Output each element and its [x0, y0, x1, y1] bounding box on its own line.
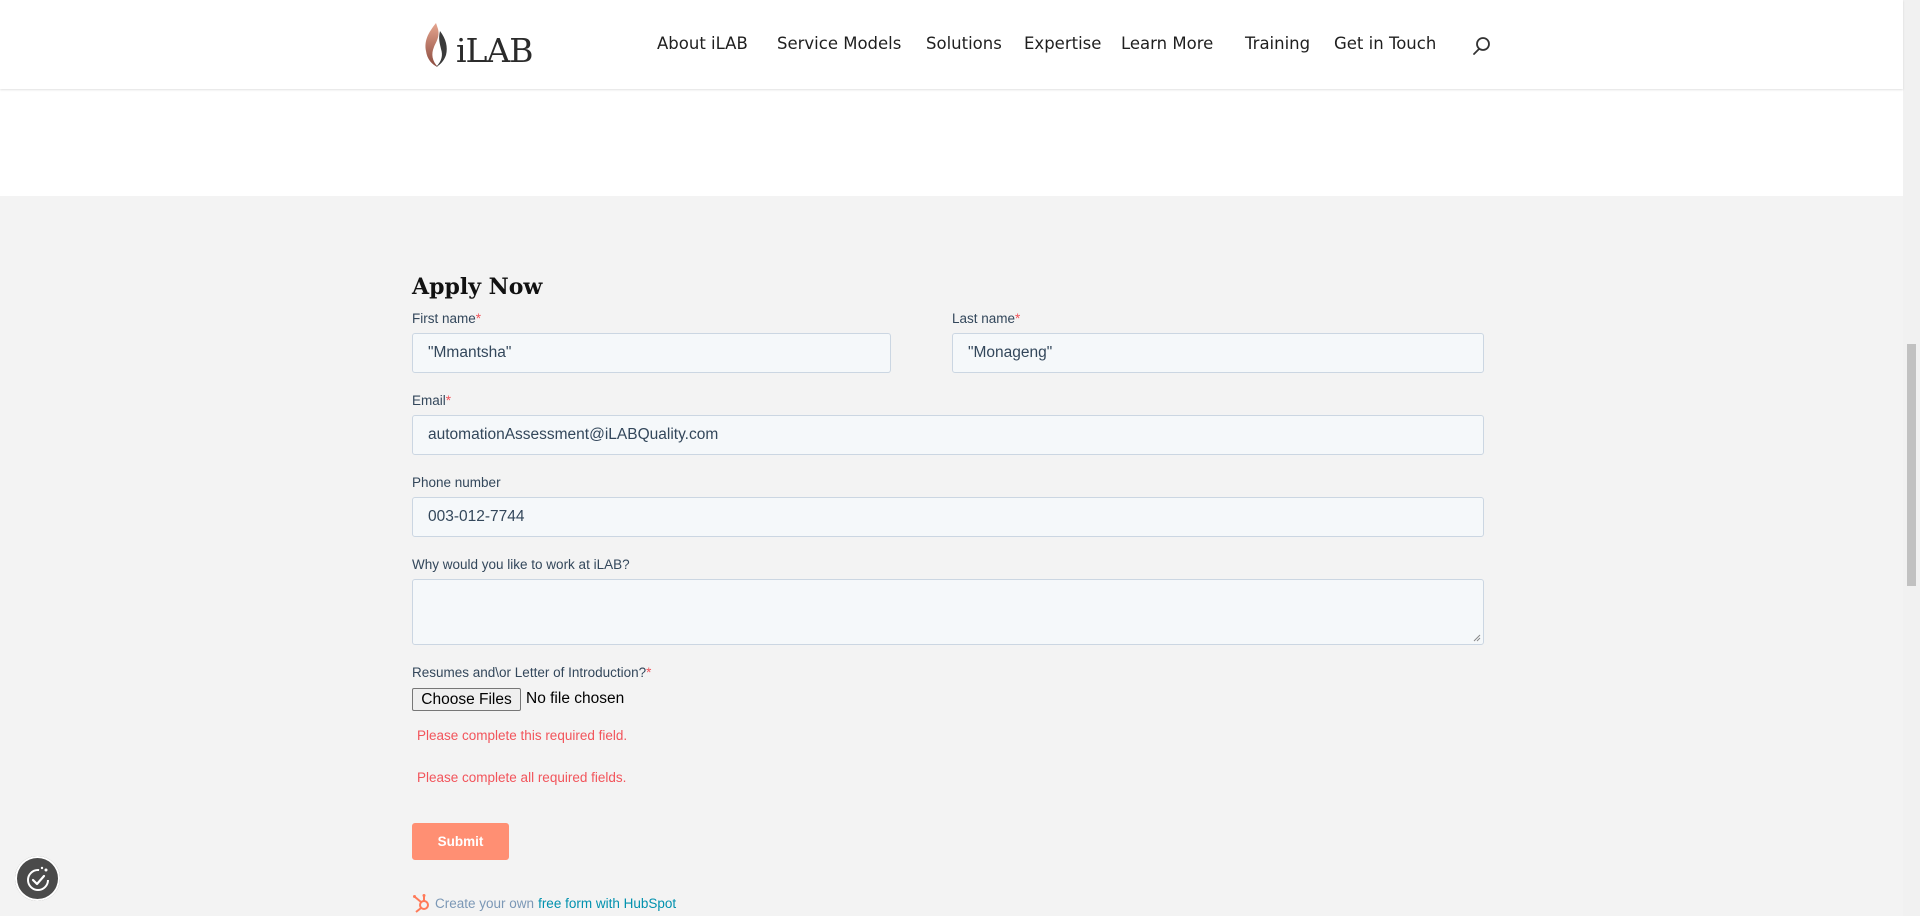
nav-get-in-touch[interactable]: Get in Touch	[1334, 34, 1436, 53]
choose-files-button[interactable]: Choose Files	[412, 688, 521, 711]
required-asterisk: *	[475, 311, 482, 326]
email-input[interactable]: automationAssessment@iLABQuality.com	[412, 415, 1484, 455]
hubspot-link[interactable]: free form with HubSpot	[538, 896, 676, 911]
search-icon[interactable]	[1472, 36, 1492, 56]
first-name-input[interactable]: "Mmantsha"	[412, 333, 891, 373]
phone-input[interactable]: 003-012-7744	[412, 497, 1484, 537]
nav-about-ilab[interactable]: About iLAB	[657, 34, 748, 53]
nav-training[interactable]: Training	[1245, 34, 1310, 53]
email-label: Email*	[412, 393, 451, 408]
form-error-message: Please complete all required fields.	[417, 770, 627, 785]
accessibility-icon	[26, 866, 49, 891]
last-name-input[interactable]: "Monageng"	[952, 333, 1484, 373]
last-name-label-text: Last name	[952, 311, 1016, 326]
required-asterisk: *	[445, 393, 452, 408]
hubspot-icon	[413, 894, 429, 913]
first-name-label-text: First name	[412, 311, 476, 326]
content-section-top	[0, 89, 1903, 196]
nav-expertise[interactable]: Expertise	[1024, 34, 1101, 53]
required-asterisk: *	[1015, 311, 1021, 326]
nav-solutions[interactable]: Solutions	[926, 34, 1002, 53]
resume-label: Resumes and\or Letter of Introduction?*	[412, 665, 651, 680]
file-status: No file chosen	[526, 690, 625, 707]
resume-label-text: Resumes and\or Letter of Introduction?	[412, 665, 647, 680]
submit-button[interactable]: Submit	[412, 823, 509, 860]
required-asterisk: *	[646, 665, 652, 680]
first-name-label: First name*	[412, 311, 481, 326]
why-work-label: Why would you like to work at iLAB?	[412, 557, 630, 572]
form-title: Apply Now	[412, 274, 543, 300]
page-scrollbar[interactable]	[1903, 0, 1920, 916]
nav-service-models[interactable]: Service Models	[777, 34, 901, 53]
phone-label: Phone number	[412, 475, 501, 490]
field-error-message: Please complete this required field.	[417, 728, 628, 743]
site-header: iLAB About iLAB Service Models Solutions…	[0, 0, 1903, 89]
nav-learn-more[interactable]: Learn More	[1121, 34, 1213, 53]
scrollbar-thumb[interactable]	[1907, 344, 1916, 586]
hubspot-footer: Create your own free form with HubSpot	[412, 893, 676, 913]
why-work-textarea[interactable]	[412, 579, 1484, 645]
resize-grip-icon[interactable]	[1473, 634, 1481, 642]
main-nav: About iLAB Service Models Solutions Expe…	[0, 34, 1903, 56]
accessibility-widget-button[interactable]	[15, 856, 60, 901]
last-name-label: Last name*	[952, 311, 1020, 326]
hubspot-prefix-text: Create your own	[435, 895, 535, 911]
email-label-text: Email	[412, 393, 446, 408]
